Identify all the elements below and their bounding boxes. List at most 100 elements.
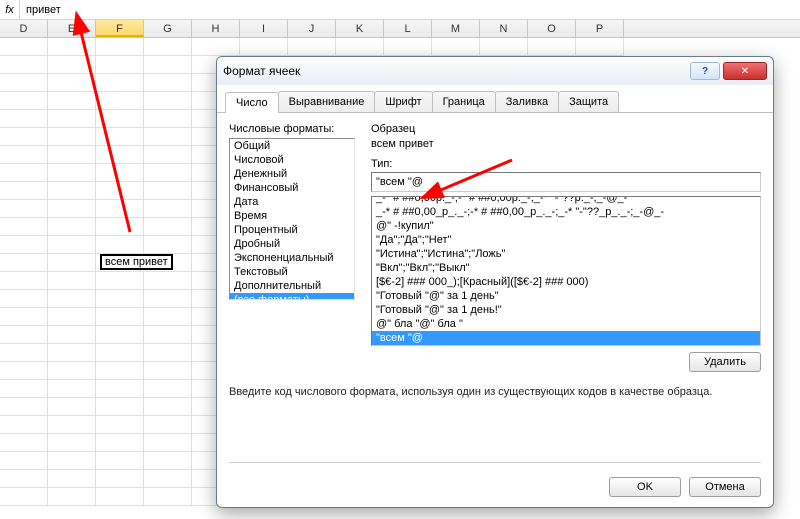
category-item[interactable]: Дополнительный xyxy=(230,279,354,293)
cell[interactable] xyxy=(48,254,96,272)
cell[interactable] xyxy=(96,290,144,308)
cell[interactable] xyxy=(0,434,48,452)
cell[interactable] xyxy=(144,290,192,308)
cell[interactable] xyxy=(48,236,96,254)
cell[interactable] xyxy=(48,200,96,218)
column-header[interactable]: P xyxy=(576,20,624,37)
cell[interactable] xyxy=(0,344,48,362)
cell[interactable] xyxy=(144,470,192,488)
cell[interactable] xyxy=(480,38,528,56)
ok-button[interactable]: OK xyxy=(609,477,681,497)
cell[interactable] xyxy=(0,146,48,164)
category-item[interactable]: Общий xyxy=(230,139,354,153)
cell[interactable] xyxy=(144,218,192,236)
cell[interactable] xyxy=(96,398,144,416)
cell[interactable] xyxy=(48,488,96,506)
cell[interactable] xyxy=(96,434,144,452)
cell[interactable] xyxy=(144,74,192,92)
cell[interactable] xyxy=(144,146,192,164)
category-item[interactable]: Денежный xyxy=(230,167,354,181)
cell[interactable] xyxy=(288,38,336,56)
cell[interactable] xyxy=(96,200,144,218)
cell[interactable] xyxy=(240,38,288,56)
formula-input[interactable]: привет xyxy=(20,0,800,20)
close-button[interactable]: ✕ xyxy=(723,62,767,80)
delete-button[interactable]: Удалить xyxy=(689,352,761,372)
cell[interactable] xyxy=(144,236,192,254)
cell[interactable] xyxy=(96,452,144,470)
cell[interactable] xyxy=(0,182,48,200)
category-item[interactable]: Экспоненциальный xyxy=(230,251,354,265)
cell[interactable] xyxy=(96,488,144,506)
cell[interactable] xyxy=(0,164,48,182)
format-list[interactable]: _-* # ##0,00р._-;-* # ##0,00р._-;_-* "-"… xyxy=(371,196,761,346)
cell[interactable] xyxy=(96,308,144,326)
category-item[interactable]: (все форматы) xyxy=(230,293,354,300)
category-item[interactable]: Финансовый xyxy=(230,181,354,195)
cell[interactable] xyxy=(144,56,192,74)
column-header[interactable]: D xyxy=(0,20,48,37)
tab-Заливка[interactable]: Заливка xyxy=(495,91,559,112)
cell[interactable] xyxy=(96,128,144,146)
category-item[interactable]: Числовой xyxy=(230,153,354,167)
tab-Выравнивание[interactable]: Выравнивание xyxy=(278,91,376,112)
cell[interactable] xyxy=(0,38,48,56)
cell[interactable] xyxy=(0,362,48,380)
cell[interactable] xyxy=(48,218,96,236)
cell[interactable] xyxy=(144,488,192,506)
cell[interactable] xyxy=(96,344,144,362)
cell[interactable] xyxy=(0,326,48,344)
cell[interactable] xyxy=(48,398,96,416)
category-item[interactable]: Текстовый xyxy=(230,265,354,279)
cell[interactable] xyxy=(144,416,192,434)
format-item[interactable]: "Готовый "@" за 1 день" xyxy=(372,289,760,303)
cell[interactable] xyxy=(96,182,144,200)
cell[interactable] xyxy=(0,218,48,236)
cell[interactable] xyxy=(96,38,144,56)
cell[interactable] xyxy=(336,38,384,56)
cell[interactable] xyxy=(0,272,48,290)
cell[interactable] xyxy=(48,434,96,452)
cell[interactable] xyxy=(48,74,96,92)
cell[interactable] xyxy=(144,92,192,110)
format-item[interactable]: "Вкл";"Вкл";"Выкл" xyxy=(372,261,760,275)
cell[interactable] xyxy=(0,254,48,272)
format-item[interactable]: "Истина";"Истина";"Ложь" xyxy=(372,247,760,261)
tab-Защита[interactable]: Защита xyxy=(558,91,619,112)
cell[interactable] xyxy=(0,470,48,488)
cell[interactable] xyxy=(48,416,96,434)
cell[interactable] xyxy=(96,326,144,344)
cell[interactable] xyxy=(0,308,48,326)
cell[interactable] xyxy=(48,380,96,398)
cell[interactable] xyxy=(0,128,48,146)
cell[interactable] xyxy=(48,56,96,74)
format-item[interactable]: @" -!купил" xyxy=(372,219,760,233)
cell[interactable] xyxy=(96,74,144,92)
cell[interactable] xyxy=(144,308,192,326)
cell[interactable] xyxy=(144,362,192,380)
cell[interactable] xyxy=(48,110,96,128)
cell[interactable] xyxy=(144,164,192,182)
cell[interactable] xyxy=(144,110,192,128)
tab-Шрифт[interactable]: Шрифт xyxy=(374,91,432,112)
cell[interactable] xyxy=(0,74,48,92)
cell[interactable] xyxy=(48,146,96,164)
tab-Граница[interactable]: Граница xyxy=(432,91,496,112)
format-item[interactable]: _-* # ##0,00р._-;-* # ##0,00р._-;_-* "-"… xyxy=(372,196,760,205)
cell[interactable] xyxy=(48,308,96,326)
type-input[interactable] xyxy=(371,172,761,192)
cell[interactable] xyxy=(144,434,192,452)
cancel-button[interactable]: Отмена xyxy=(689,477,761,497)
column-header[interactable]: J xyxy=(288,20,336,37)
cell[interactable] xyxy=(144,272,192,290)
cell[interactable] xyxy=(0,452,48,470)
cell[interactable] xyxy=(144,200,192,218)
column-header[interactable]: H xyxy=(192,20,240,37)
cell[interactable] xyxy=(48,182,96,200)
column-header[interactable]: M xyxy=(432,20,480,37)
cell[interactable] xyxy=(0,398,48,416)
cell[interactable] xyxy=(96,146,144,164)
cell[interactable] xyxy=(144,452,192,470)
cell[interactable] xyxy=(144,326,192,344)
format-item[interactable]: "всем "@ xyxy=(372,331,760,345)
